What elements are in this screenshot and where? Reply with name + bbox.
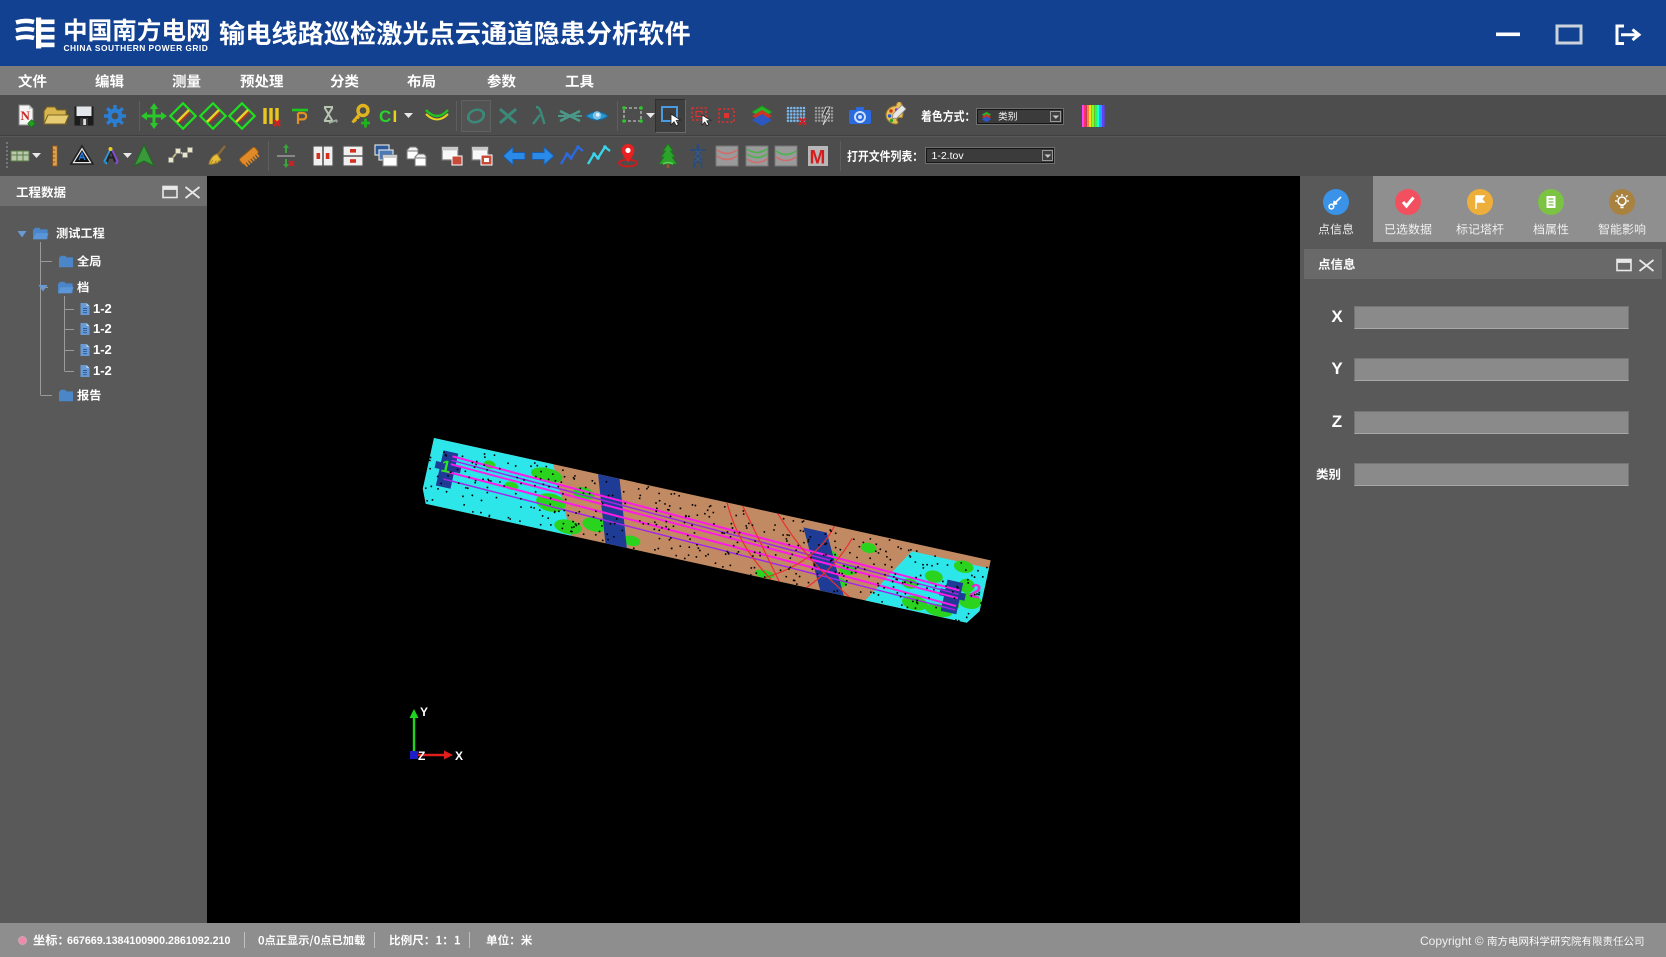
svg-text:N: N [21, 108, 31, 123]
svg-text:C: C [379, 107, 391, 126]
svg-text:Y: Y [420, 705, 428, 719]
svg-text:I: I [393, 107, 398, 126]
svg-text:Z: Z [418, 749, 425, 763]
svg-text:M: M [810, 148, 826, 169]
svg-text:X: X [455, 749, 463, 763]
